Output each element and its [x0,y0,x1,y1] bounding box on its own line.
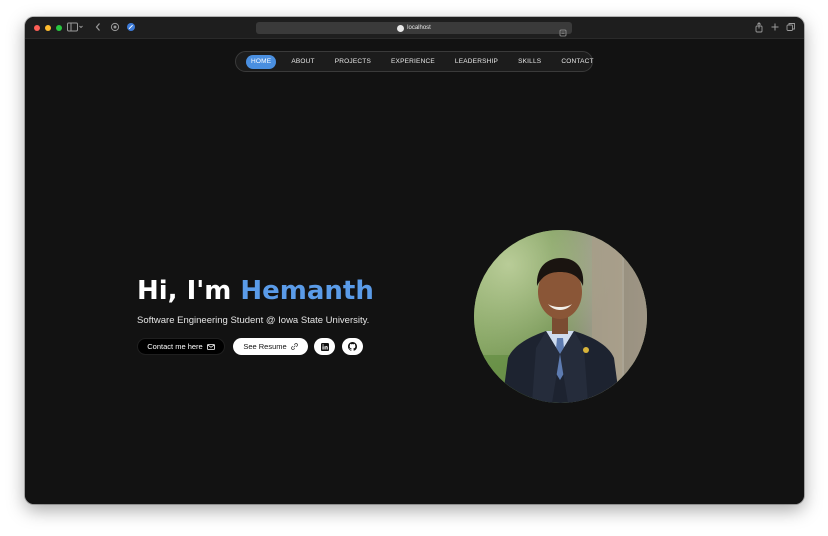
page-content: HOME ABOUT PROJECTS EXPERIENCE LEADERSHI… [25,39,804,504]
tab-overview-icon[interactable] [786,22,796,32]
hero-greeting: Hi, I'm [137,276,241,306]
maximize-window-button[interactable] [56,25,62,31]
extension-icon[interactable] [126,22,136,32]
see-resume-button[interactable]: See Resume [233,338,308,355]
linkedin-button[interactable] [314,338,335,355]
hero-name: Hemanth [240,276,374,306]
profile-photo [474,230,647,403]
hero-title: Hi, I'm Hemanth [137,276,374,306]
contact-button[interactable]: Contact me here [137,338,225,355]
browser-window: localhost HOME ABOUT PROJECTS EXPERIENCE… [25,17,804,504]
nav-item-skills[interactable]: SKILLS [513,55,546,69]
mail-icon [206,343,215,350]
share-icon[interactable] [754,22,764,33]
nav-item-about[interactable]: ABOUT [286,55,319,69]
sidebar-toggle-icon[interactable] [67,22,83,32]
main-navigation: HOME ABOUT PROJECTS EXPERIENCE LEADERSHI… [235,51,593,72]
nav-item-projects[interactable]: PROJECTS [330,55,376,69]
github-icon [348,342,357,351]
address-bar[interactable]: localhost [256,22,572,37]
contact-button-label: Contact me here [147,342,203,351]
window-controls [34,25,62,31]
nav-item-leadership[interactable]: LEADERSHIP [450,55,503,69]
linkedin-icon [320,342,329,351]
back-icon[interactable] [95,22,101,32]
minimize-window-button[interactable] [45,25,51,31]
site-favicon-icon [397,24,405,32]
new-tab-icon[interactable] [770,22,780,32]
browser-toolbar: localhost [25,17,804,39]
url-text: localhost [407,25,431,31]
hero-subtitle: Software Engineering Student @ Iowa Stat… [137,315,370,326]
close-window-button[interactable] [34,25,40,31]
github-button[interactable] [342,338,363,355]
privacy-icon[interactable] [110,22,120,32]
resume-button-label: See Resume [243,342,287,351]
link-icon [290,343,298,350]
nav-item-experience[interactable]: EXPERIENCE [386,55,440,69]
nav-item-home[interactable]: HOME [246,54,277,69]
nav-item-contact[interactable]: CONTACT [556,55,598,69]
